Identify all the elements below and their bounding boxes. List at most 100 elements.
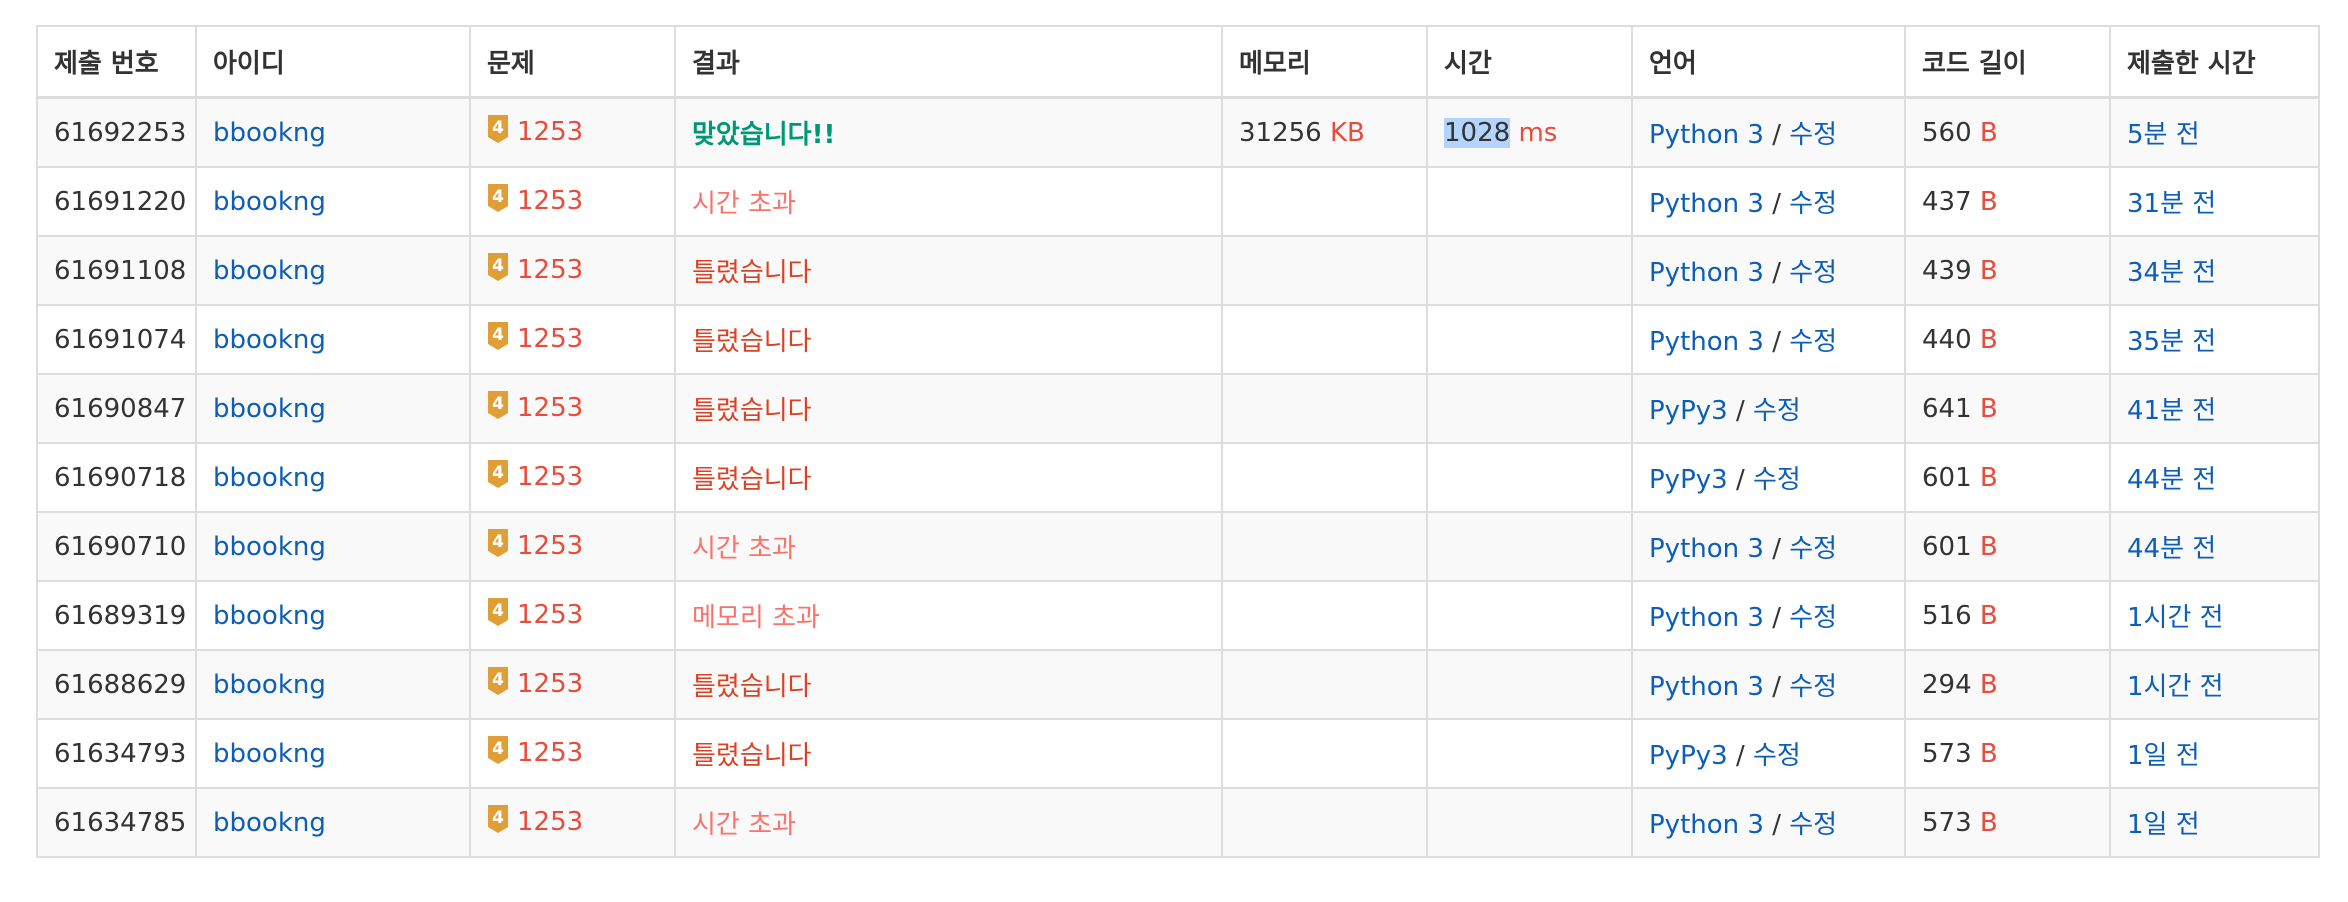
- user-id-link[interactable]: bbookng: [213, 187, 326, 217]
- header-result: 결과: [674, 25, 1223, 99]
- edit-link[interactable]: 수정: [1789, 534, 1837, 564]
- header-user-id: 아이디: [195, 25, 471, 99]
- submission-id: 61634793: [54, 738, 187, 769]
- edit-link[interactable]: 수정: [1789, 810, 1837, 840]
- user-id-link[interactable]: bbookng: [213, 739, 326, 769]
- edit-link[interactable]: 수정: [1789, 672, 1837, 702]
- submission-id-cell: 61690718: [36, 442, 197, 513]
- svg-text:4: 4: [492, 394, 504, 414]
- problem-link[interactable]: 1253: [517, 255, 583, 285]
- language-link[interactable]: Python 3: [1649, 189, 1764, 219]
- table-row: 61691108 bbookng 4 1253 틀렸습니다 Python 3 / 수정 43…: [36, 235, 2320, 306]
- submission-id-cell: 61691220: [36, 166, 197, 237]
- time-value: 1028: [1444, 117, 1511, 148]
- svg-text:4: 4: [492, 325, 504, 345]
- submission-id-cell: 61634785: [36, 787, 197, 858]
- user-id-link[interactable]: bbookng: [213, 325, 326, 355]
- user-id-link[interactable]: bbookng: [213, 601, 326, 631]
- language-link[interactable]: Python 3: [1649, 327, 1764, 357]
- submitted-time-link[interactable]: 1시간 전: [2127, 672, 2224, 702]
- submission-id-cell: 61634793: [36, 718, 197, 789]
- user-id-cell: bbookng: [195, 718, 471, 789]
- submitted-time-link[interactable]: 1시간 전: [2127, 603, 2224, 633]
- submitted-time-link[interactable]: 1일 전: [2127, 741, 2200, 771]
- edit-link[interactable]: 수정: [1753, 396, 1801, 426]
- code-length-unit: B: [1979, 531, 1998, 562]
- submitted-time-cell: 1시간 전: [2109, 649, 2320, 720]
- edit-link[interactable]: 수정: [1789, 258, 1837, 288]
- code-length-cell: 573 B: [1904, 718, 2111, 789]
- submitted-time-link[interactable]: 44분 전: [2127, 465, 2216, 495]
- user-id-link[interactable]: bbookng: [213, 256, 326, 286]
- edit-link[interactable]: 수정: [1753, 465, 1801, 495]
- problem-link[interactable]: 1253: [517, 393, 583, 423]
- problem-cell: 4 1253: [469, 373, 676, 444]
- code-length-value: 601: [1922, 531, 1972, 562]
- memory-cell: [1221, 580, 1428, 651]
- language-link[interactable]: PyPy3: [1649, 396, 1728, 426]
- code-length-cell: 601 B: [1904, 511, 2111, 582]
- time-cell: [1426, 166, 1633, 237]
- submitted-time-link[interactable]: 44분 전: [2127, 534, 2216, 564]
- memory-cell: [1221, 649, 1428, 720]
- language-separator: /: [1763, 672, 1790, 702]
- time-cell: [1426, 580, 1633, 651]
- submitted-time-cell: 44분 전: [2109, 511, 2320, 582]
- language-link[interactable]: Python 3: [1649, 120, 1764, 150]
- submitted-time-link[interactable]: 1일 전: [2127, 810, 2200, 840]
- header-row: 제출 번호 아이디 문제 결과 메모리 시간 언어 코드 길이 제출한 시간: [36, 25, 2320, 99]
- memory-cell: 31256 KB: [1221, 96, 1428, 168]
- language-link[interactable]: PyPy3: [1649, 741, 1728, 771]
- language-link[interactable]: Python 3: [1649, 534, 1764, 564]
- problem-link[interactable]: 1253: [517, 324, 583, 354]
- problem-link[interactable]: 1253: [517, 738, 583, 768]
- submitted-time-link[interactable]: 31분 전: [2127, 189, 2216, 219]
- problem-link[interactable]: 1253: [517, 186, 583, 216]
- user-id-link[interactable]: bbookng: [213, 394, 326, 424]
- submission-id: 61691074: [54, 324, 187, 355]
- language-link[interactable]: Python 3: [1649, 810, 1764, 840]
- language-link[interactable]: Python 3: [1649, 258, 1764, 288]
- problem-link[interactable]: 1253: [517, 117, 583, 147]
- language-link[interactable]: PyPy3: [1649, 465, 1728, 495]
- problem-link[interactable]: 1253: [517, 462, 583, 492]
- edit-link[interactable]: 수정: [1753, 741, 1801, 771]
- result-cell: 시간 초과: [674, 166, 1223, 237]
- language-link[interactable]: Python 3: [1649, 603, 1764, 633]
- problem-link[interactable]: 1253: [517, 531, 583, 561]
- user-id-link[interactable]: bbookng: [213, 808, 326, 838]
- svg-text:4: 4: [492, 118, 504, 138]
- submitted-time-link[interactable]: 5분 전: [2127, 120, 2200, 150]
- edit-link[interactable]: 수정: [1789, 327, 1837, 357]
- problem-cell: 4 1253: [469, 166, 676, 237]
- submitted-time-link[interactable]: 34분 전: [2127, 258, 2216, 288]
- memory-cell: [1221, 304, 1428, 375]
- submitted-time-link[interactable]: 35분 전: [2127, 327, 2216, 357]
- edit-link[interactable]: 수정: [1789, 189, 1837, 219]
- language-separator: /: [1763, 810, 1790, 840]
- time-cell: [1426, 649, 1633, 720]
- submission-id-cell: 61691108: [36, 235, 197, 306]
- code-length-value: 516: [1922, 600, 1972, 631]
- problem-link[interactable]: 1253: [517, 600, 583, 630]
- user-id-link[interactable]: bbookng: [213, 532, 326, 562]
- submission-id-cell: 61692253: [36, 96, 197, 168]
- user-id-link[interactable]: bbookng: [213, 670, 326, 700]
- submitted-time-cell: 35분 전: [2109, 304, 2320, 375]
- svg-text:4: 4: [492, 187, 504, 207]
- edit-link[interactable]: 수정: [1789, 120, 1837, 150]
- code-length-unit: B: [1979, 255, 1998, 286]
- problem-link[interactable]: 1253: [517, 807, 583, 837]
- code-length-unit: B: [1979, 393, 1998, 424]
- user-id-link[interactable]: bbookng: [213, 118, 326, 148]
- code-length-value: 573: [1922, 738, 1972, 769]
- user-id-link[interactable]: bbookng: [213, 463, 326, 493]
- result-text: 시간 초과: [692, 189, 796, 219]
- submitted-time-cell: 31분 전: [2109, 166, 2320, 237]
- edit-link[interactable]: 수정: [1789, 603, 1837, 633]
- problem-link[interactable]: 1253: [517, 669, 583, 699]
- language-cell: Python 3 / 수정: [1631, 787, 1906, 858]
- time-cell: [1426, 235, 1633, 306]
- submitted-time-link[interactable]: 41분 전: [2127, 396, 2216, 426]
- language-link[interactable]: Python 3: [1649, 672, 1764, 702]
